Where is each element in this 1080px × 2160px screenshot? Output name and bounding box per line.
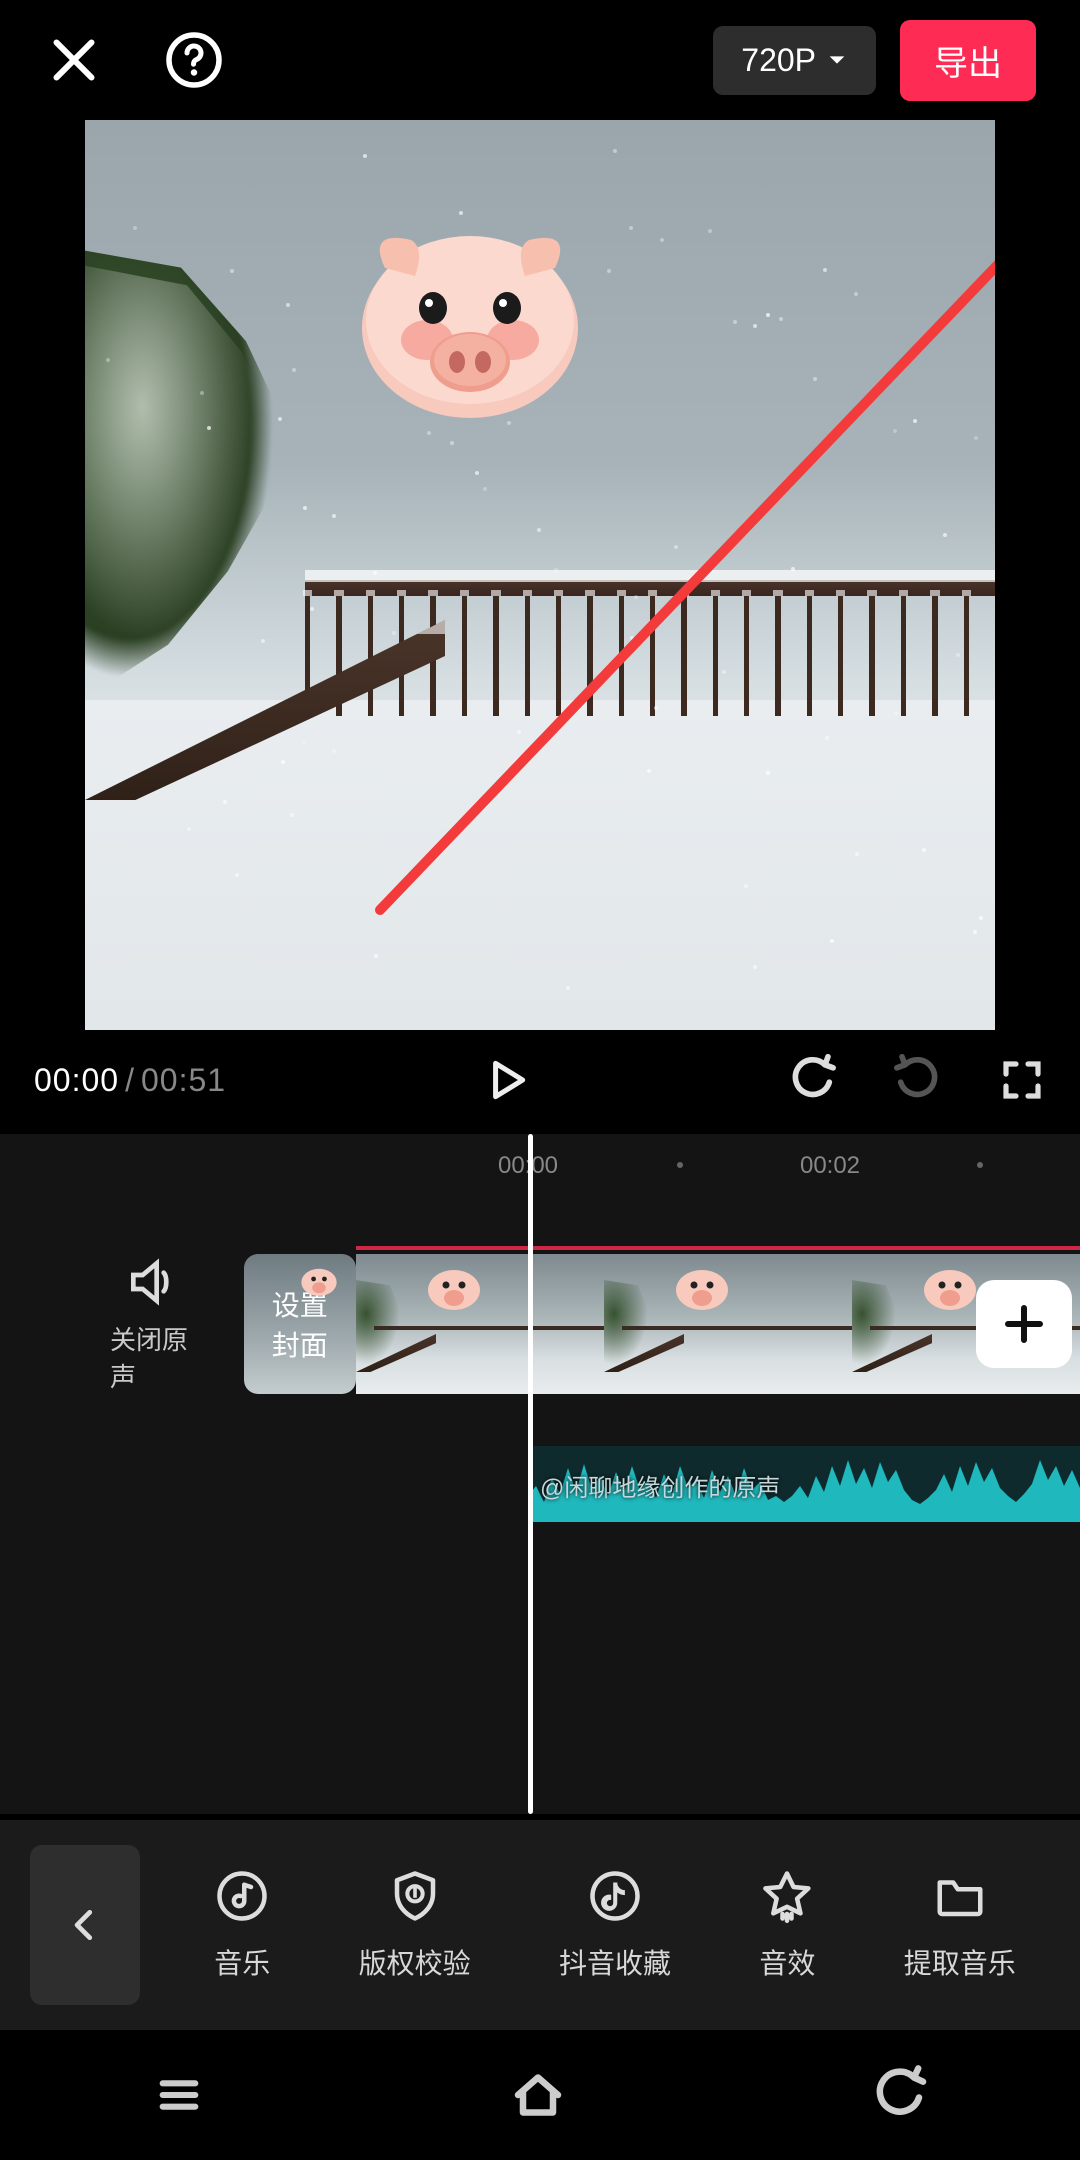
video-preview[interactable]: [85, 120, 995, 1030]
tool-sfx[interactable]: 音效: [759, 1868, 815, 1982]
top-bar: 720P 导出: [0, 0, 1080, 120]
video-track-row: 关闭原声 设置 封面: [0, 1254, 1080, 1394]
ruler-label: 00:02: [800, 1152, 860, 1180]
playback-bar: 00:00/00:51: [0, 1030, 1080, 1134]
home-icon: [508, 2065, 568, 2125]
resolution-label: 720P: [741, 42, 816, 79]
resolution-selector[interactable]: 720P: [713, 26, 876, 95]
nav-home-button[interactable]: [508, 2065, 568, 2125]
mute-original-button[interactable]: 关闭原声: [110, 1254, 194, 1394]
play-icon: [481, 1055, 531, 1105]
douyin-icon: [588, 1869, 642, 1923]
shield-icon: [388, 1869, 442, 1923]
video-clips-track[interactable]: [356, 1254, 1080, 1394]
tool-label: 音效: [759, 1942, 815, 1982]
audio-track-label: @闲聊地缘创作的原声: [540, 1468, 780, 1503]
speaker-icon: [124, 1254, 180, 1310]
close-button[interactable]: [44, 30, 104, 90]
undo-icon: [786, 1054, 838, 1106]
audio-track[interactable]: @闲聊地缘创作的原声: [528, 1446, 1080, 1522]
tool-douyin[interactable]: 抖音收藏: [559, 1868, 671, 1982]
plus-icon: [1000, 1300, 1048, 1348]
set-cover-button[interactable]: 设置 封面: [244, 1254, 356, 1394]
music-note-icon: [215, 1869, 269, 1923]
tool-label: 音乐: [214, 1942, 270, 1982]
star-sfx-icon: [760, 1869, 814, 1923]
playhead[interactable]: [528, 1134, 533, 1814]
redo-icon: [892, 1054, 944, 1106]
clip-thumbnail[interactable]: [604, 1254, 852, 1394]
pig-icon: [300, 1264, 338, 1298]
tool-list: 音乐 版权校验 抖音收藏 音效 提取音乐: [170, 1868, 1080, 1982]
pig-sticker[interactable]: [355, 220, 585, 420]
nav-recent-button[interactable]: [151, 2067, 207, 2123]
top-bar-left: [44, 30, 224, 90]
back-icon: [869, 2065, 929, 2125]
chevron-left-icon: [66, 1906, 104, 1944]
chevron-down-icon: [826, 49, 848, 71]
back-button[interactable]: [30, 1845, 140, 2005]
play-button[interactable]: [481, 1055, 531, 1105]
tool-copyright[interactable]: 版权校验: [359, 1868, 471, 1982]
add-clip-button[interactable]: [976, 1280, 1072, 1368]
bottom-toolbar: 音乐 版权校验 抖音收藏 音效 提取音乐: [0, 1820, 1080, 2030]
timeline-ruler: 00:00 00:02: [0, 1134, 1080, 1194]
help-button[interactable]: [164, 30, 224, 90]
export-button[interactable]: 导出: [900, 20, 1036, 101]
fullscreen-button[interactable]: [998, 1056, 1046, 1104]
mute-label: 关闭原声: [110, 1320, 194, 1394]
redo-button[interactable]: [892, 1054, 944, 1106]
undo-button[interactable]: [786, 1054, 838, 1106]
clip-thumbnail[interactable]: [356, 1254, 604, 1394]
duration-time: 00:51: [141, 1062, 226, 1098]
cover-label-2: 封面: [272, 1324, 328, 1364]
fullscreen-icon: [998, 1056, 1046, 1104]
tool-label: 提取音乐: [904, 1942, 1016, 1982]
close-icon: [44, 30, 104, 90]
timeline[interactable]: 00:00 00:02 关闭原声 设置 封面: [0, 1134, 1080, 1814]
system-nav-bar: [0, 2030, 1080, 2160]
folder-icon: [933, 1869, 987, 1923]
nav-back-button[interactable]: [869, 2065, 929, 2125]
tool-extract[interactable]: 提取音乐: [904, 1868, 1016, 1982]
current-time: 00:00: [34, 1062, 119, 1098]
pig-icon: [674, 1264, 730, 1312]
menu-icon: [151, 2067, 207, 2123]
pig-icon: [922, 1264, 978, 1312]
pig-icon: [426, 1264, 482, 1312]
tool-music[interactable]: 音乐: [214, 1868, 270, 1982]
time-display: 00:00/00:51: [34, 1062, 226, 1099]
tool-label: 抖音收藏: [559, 1942, 671, 1982]
help-icon: [164, 30, 224, 90]
top-bar-right: 720P 导出: [713, 20, 1036, 101]
tool-label: 版权校验: [359, 1942, 471, 1982]
